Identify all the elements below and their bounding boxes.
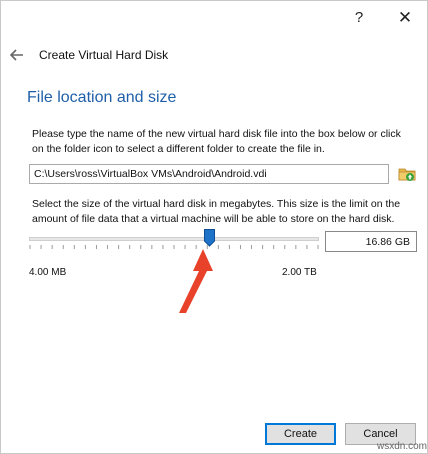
file-path-input[interactable] [29,164,389,184]
folder-icon [398,168,416,181]
size-description: Select the size of the virtual hard disk… [32,198,401,225]
location-description: Please type the name of the new virtual … [32,128,401,155]
close-button[interactable]: ✕ [393,7,417,29]
slider-max-label: 2.00 TB [282,267,317,278]
choose-folder-button[interactable] [397,164,417,184]
wizard-header: Create Virtual Hard Disk [1,43,427,69]
back-arrow-icon [9,49,23,61]
page-title: File location and size [27,89,177,106]
help-button[interactable]: ? [347,7,371,29]
back-button[interactable] [7,45,27,65]
size-input[interactable] [325,231,417,252]
slider-min-label: 4.00 MB [29,267,67,278]
title-bar: ? ✕ [1,1,427,35]
annotation-arrow [179,249,213,313]
create-button[interactable]: Create [265,423,336,445]
watermark: wsxdn.com [377,441,428,452]
slider-track[interactable] [29,237,319,241]
wizard-title: Create Virtual Hard Disk [39,48,169,62]
dialog-window: ? ✕ Create Virtual Hard Disk File locati… [0,0,428,454]
